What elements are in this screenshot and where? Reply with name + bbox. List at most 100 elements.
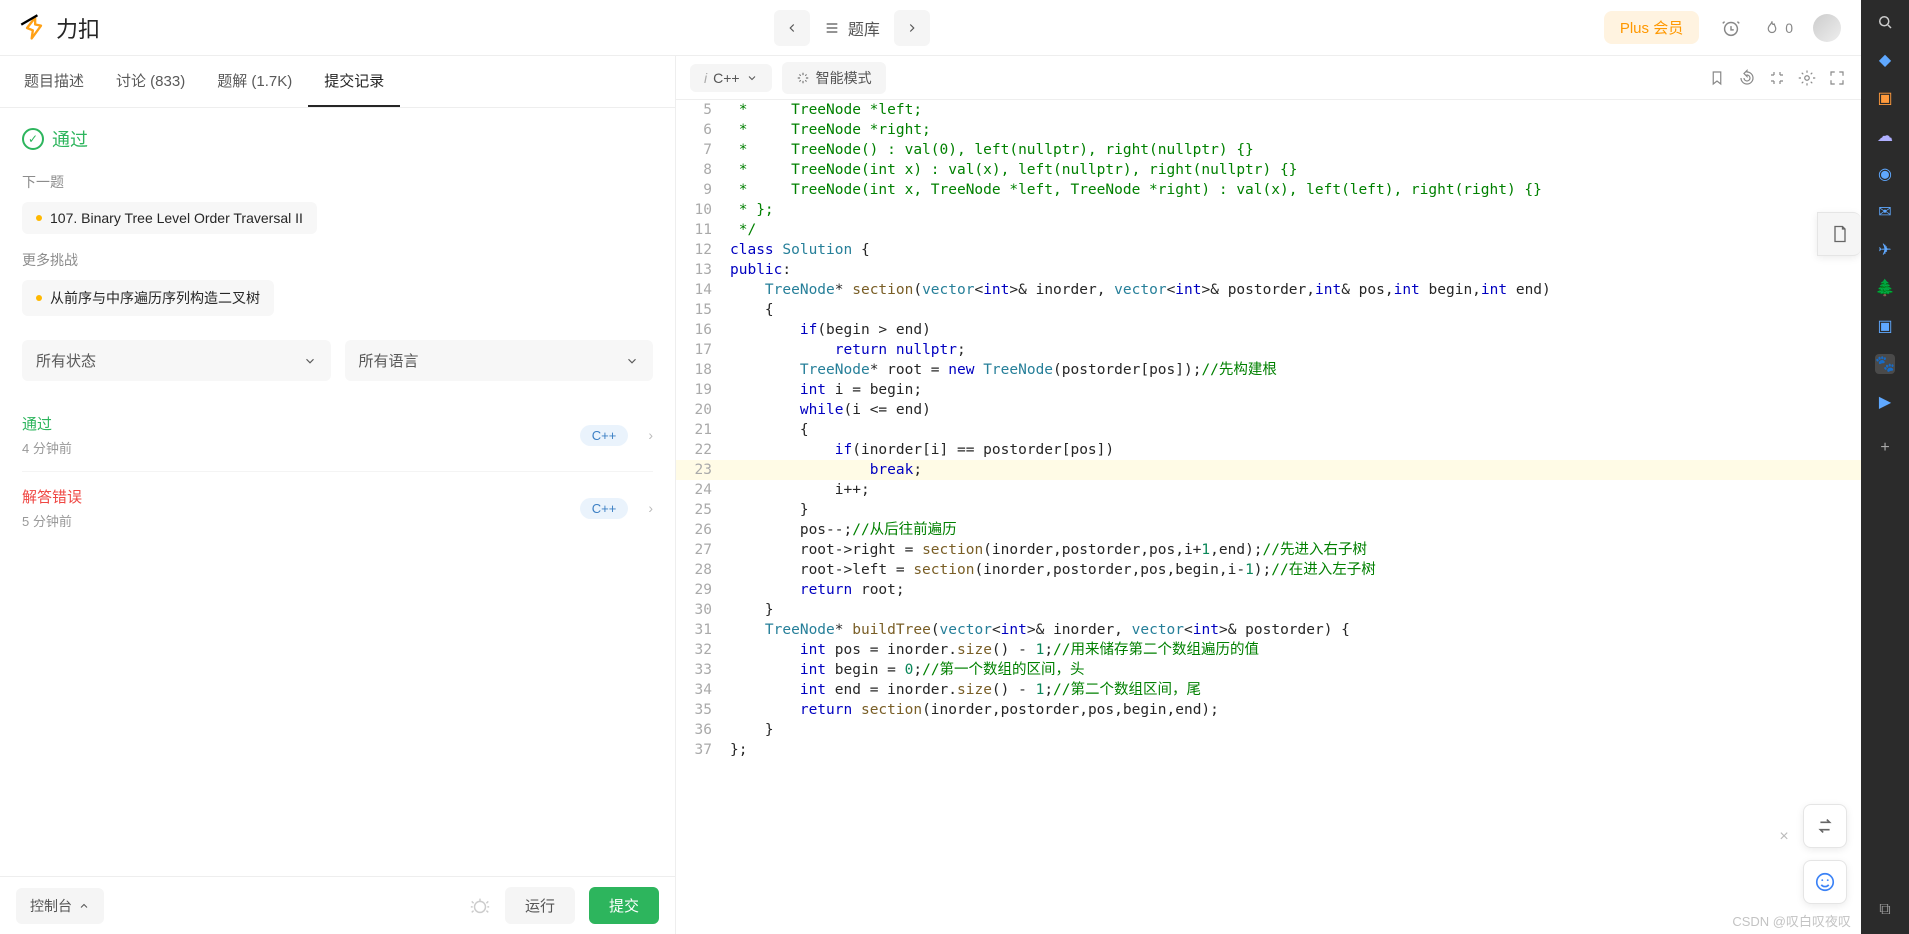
app-icon-9[interactable]: 🐾 <box>1875 354 1895 374</box>
tab-solutions[interactable]: 题解 (1.7K) <box>201 56 308 107</box>
top-header: 力扣 题库 Plus 会员 <box>0 0 1861 56</box>
avatar[interactable] <box>1813 14 1841 42</box>
filter-language[interactable]: 所有语言 <box>345 340 654 381</box>
add-app-icon[interactable]: + <box>1875 438 1895 458</box>
run-button[interactable]: 运行 <box>505 887 575 924</box>
chevron-down-icon <box>303 354 317 368</box>
submission-row[interactable]: 解答错误5 分钟前C++› <box>22 471 653 544</box>
app-icon-2[interactable]: ▣ <box>1875 88 1895 108</box>
check-icon: ✓ <box>22 128 44 150</box>
app-icon-7[interactable]: 🌲 <box>1875 278 1895 298</box>
collapse-icon[interactable]: ⧉ <box>1875 900 1895 920</box>
code-line[interactable]: 25 } <box>676 500 1861 520</box>
difficulty-dot <box>36 215 42 221</box>
app-icon-4[interactable]: ◉ <box>1875 164 1895 184</box>
more-problem-chip[interactable]: 从前序与中序遍历序列构造二叉树 <box>22 280 274 316</box>
leetcode-icon <box>20 14 48 42</box>
app-icon-1[interactable]: ◆ <box>1875 50 1895 70</box>
chevron-down-icon <box>625 354 639 368</box>
console-button[interactable]: 控制台 <box>16 888 104 924</box>
app-icon-6[interactable]: ✈ <box>1875 240 1895 260</box>
fire-icon <box>1763 19 1781 37</box>
code-line[interactable]: 33 int begin = 0;//第一个数组的区间，头 <box>676 660 1861 680</box>
lang-selector[interactable]: i C++ <box>690 64 772 92</box>
code-line[interactable]: 24 i++; <box>676 480 1861 500</box>
code-line[interactable]: 19 int i = begin; <box>676 380 1861 400</box>
tab-discuss[interactable]: 讨论 (833) <box>100 56 201 107</box>
settings-icon[interactable] <box>1797 68 1817 88</box>
code-line[interactable]: 8 * TreeNode(int x) : val(x), left(nullp… <box>676 160 1861 180</box>
close-icon[interactable]: × <box>1773 826 1795 848</box>
logo[interactable]: 力扣 <box>20 12 100 44</box>
code-line[interactable]: 15 { <box>676 300 1861 320</box>
code-line[interactable]: 29 return root; <box>676 580 1861 600</box>
code-line[interactable]: 22 if(inorder[i] == postorder[pos]) <box>676 440 1861 460</box>
bug-icon[interactable] <box>469 895 491 917</box>
submission-time: 4 分钟前 <box>22 438 72 457</box>
code-line[interactable]: 14 TreeNode* section(vector<int>& inorde… <box>676 280 1861 300</box>
code-line[interactable]: 16 if(begin > end) <box>676 320 1861 340</box>
code-line[interactable]: 32 int pos = inorder.size() - 1;//用来储存第二… <box>676 640 1861 660</box>
code-area[interactable]: 5 * TreeNode *left;6 * TreeNode *right;7… <box>676 100 1861 934</box>
submit-button[interactable]: 提交 <box>589 887 659 924</box>
chevron-right-icon <box>905 21 919 35</box>
filter-status[interactable]: 所有状态 <box>22 340 331 381</box>
keyboard-icon[interactable] <box>1767 68 1787 88</box>
status-pass: ✓ 通过 <box>22 126 653 152</box>
code-line[interactable]: 35 return section(inorder,postorder,pos,… <box>676 700 1861 720</box>
list-icon <box>824 20 840 36</box>
editor: i C++ 智能模式 5 * TreeNode *left <box>676 56 1861 934</box>
prev-button[interactable] <box>774 10 810 46</box>
code-line[interactable]: 11 */ <box>676 220 1861 240</box>
app-icon-8[interactable]: ▣ <box>1875 316 1895 336</box>
bookmark-icon[interactable] <box>1707 68 1727 88</box>
tab-submissions[interactable]: 提交记录 <box>308 56 400 107</box>
left-panel: 题目描述 讨论 (833) 题解 (1.7K) 提交记录 ✓ 通过 下一题 10… <box>0 56 676 934</box>
app-icon-10[interactable]: ▶ <box>1875 392 1895 412</box>
code-line[interactable]: 5 * TreeNode *left; <box>676 100 1861 120</box>
feedback-button[interactable] <box>1803 860 1847 904</box>
code-line[interactable]: 21 { <box>676 420 1861 440</box>
submission-row[interactable]: 通过4 分钟前C++› <box>22 399 653 471</box>
app-icon-3[interactable]: ☁ <box>1875 126 1895 146</box>
code-line[interactable]: 26 pos--;//从后往前遍历 <box>676 520 1861 540</box>
code-line[interactable]: 34 int end = inorder.size() - 1;//第二个数组区… <box>676 680 1861 700</box>
tab-description[interactable]: 题目描述 <box>8 56 100 107</box>
code-line[interactable]: 18 TreeNode* root = new TreeNode(postord… <box>676 360 1861 380</box>
swap-button[interactable] <box>1803 804 1847 848</box>
code-line[interactable]: 7 * TreeNode() : val(0), left(nullptr), … <box>676 140 1861 160</box>
code-line[interactable]: 28 root->left = section(inorder,postorde… <box>676 560 1861 580</box>
code-line[interactable]: 12class Solution { <box>676 240 1861 260</box>
code-line[interactable]: 20 while(i <= end) <box>676 400 1861 420</box>
next-button[interactable] <box>894 10 930 46</box>
code-line[interactable]: 13public: <box>676 260 1861 280</box>
code-line[interactable]: 9 * TreeNode(int x, TreeNode *left, Tree… <box>676 180 1861 200</box>
submission-lang: C++ <box>580 498 629 519</box>
next-problem-chip[interactable]: 107. Binary Tree Level Order Traversal I… <box>22 202 317 234</box>
alarm-icon[interactable] <box>1719 16 1743 40</box>
problem-list-nav[interactable]: 题库 <box>824 16 880 40</box>
search-icon[interactable] <box>1875 12 1895 32</box>
difficulty-dot <box>36 295 42 301</box>
code-line[interactable]: 31 TreeNode* buildTree(vector<int>& inor… <box>676 620 1861 640</box>
chevron-down-icon <box>746 72 758 84</box>
code-line[interactable]: 27 root->right = section(inorder,postord… <box>676 540 1861 560</box>
sparkle-icon <box>796 71 810 85</box>
plus-member-button[interactable]: Plus 会员 <box>1604 11 1699 44</box>
app-icon-5[interactable]: ✉ <box>1875 202 1895 222</box>
code-line[interactable]: 10 * }; <box>676 200 1861 220</box>
code-line[interactable]: 6 * TreeNode *right; <box>676 120 1861 140</box>
streak-count[interactable]: 0 <box>1763 19 1793 37</box>
reset-icon[interactable] <box>1737 68 1757 88</box>
code-line[interactable]: 30 } <box>676 600 1861 620</box>
code-line[interactable]: 23 break; <box>676 460 1861 480</box>
submission-status: 解答错误 <box>22 486 82 507</box>
code-line[interactable]: 36 } <box>676 720 1861 740</box>
note-button[interactable] <box>1817 212 1861 256</box>
code-line[interactable]: 17 return nullptr; <box>676 340 1861 360</box>
mode-selector[interactable]: 智能模式 <box>782 62 886 94</box>
fullscreen-icon[interactable] <box>1827 68 1847 88</box>
code-line[interactable]: 37}; <box>676 740 1861 760</box>
chevron-left-icon <box>785 21 799 35</box>
chevron-right-icon: › <box>648 427 653 443</box>
